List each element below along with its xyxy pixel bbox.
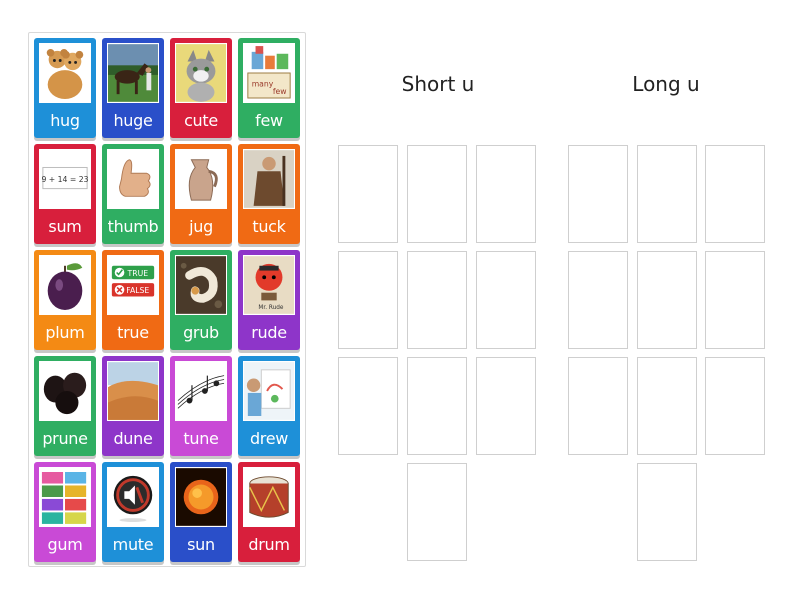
short-u-drop-slot[interactable]: [476, 357, 536, 455]
long-u-drop-slot[interactable]: [637, 251, 697, 349]
card-word-label: gum: [47, 535, 83, 554]
gum-packs-icon: [39, 467, 91, 527]
card-word-label: mute: [112, 535, 154, 554]
math-sum-icon: 9 + 14 = 23: [39, 149, 91, 209]
card-word-label: sun: [187, 535, 215, 554]
card-stack: hug huge cute many few few 9 + 14 = 23 sum…: [28, 32, 306, 567]
word-card-rude[interactable]: Mr. Rude rude: [238, 250, 300, 350]
grub-icon: [175, 255, 227, 315]
jug-icon: [175, 149, 227, 209]
card-word-label: drum: [248, 535, 290, 554]
word-card-few[interactable]: many few few: [238, 38, 300, 138]
many-few-icon: many few: [243, 43, 295, 103]
thumbs-up-icon: [107, 149, 159, 209]
word-card-huge[interactable]: huge: [102, 38, 164, 138]
short-u-drop-slot[interactable]: [407, 145, 467, 243]
card-word-label: drew: [249, 429, 289, 448]
card-word-label: few: [255, 111, 283, 130]
sand-dune-icon: [107, 361, 159, 421]
sum-equation: 9 + 14 = 23: [41, 175, 88, 184]
word-card-tuck[interactable]: tuck: [238, 144, 300, 244]
plum-icon: [39, 255, 91, 315]
true-false-icon: TRUE FALSE: [107, 255, 159, 315]
word-card-gum[interactable]: gum: [34, 462, 96, 562]
svg-text:few: few: [273, 87, 287, 96]
word-card-dune[interactable]: dune: [102, 356, 164, 456]
card-word-label: jug: [189, 217, 213, 236]
prunes-icon: [39, 361, 91, 421]
word-card-sun[interactable]: sun: [170, 462, 232, 562]
word-card-thumb[interactable]: thumb: [102, 144, 164, 244]
word-card-prune[interactable]: prune: [34, 356, 96, 456]
long-u-drop-slot[interactable]: [637, 463, 697, 561]
word-card-mute[interactable]: mute: [102, 462, 164, 562]
card-word-label: hug: [50, 111, 80, 130]
card-word-label: cute: [184, 111, 218, 130]
long-u-drop-slot[interactable]: [568, 251, 628, 349]
long-u-drop-slot[interactable]: [568, 357, 628, 455]
long-u-drop-slot[interactable]: [568, 145, 628, 243]
card-word-label: tune: [183, 429, 219, 448]
sun-icon: [175, 467, 227, 527]
long-u-drop-slot[interactable]: [705, 251, 765, 349]
short-u-drop-slot[interactable]: [338, 357, 398, 455]
short-u-drop-slot[interactable]: [407, 357, 467, 455]
word-card-drum[interactable]: drum: [238, 462, 300, 562]
word-card-cute[interactable]: cute: [170, 38, 232, 138]
card-word-label: thumb: [107, 217, 159, 236]
short-u-drop-slot[interactable]: [476, 145, 536, 243]
short-u-drop-slot[interactable]: [338, 145, 398, 243]
word-card-drew[interactable]: drew: [238, 356, 300, 456]
mr-rude-icon: Mr. Rude: [243, 255, 295, 315]
card-word-label: tuck: [252, 217, 286, 236]
kitten-icon: [175, 43, 227, 103]
card-word-label: rude: [251, 323, 287, 342]
group-heading-long-u: Long u: [632, 72, 700, 96]
svg-text:Mr. Rude: Mr. Rude: [258, 305, 283, 311]
svg-text:many: many: [252, 79, 274, 88]
mute-speaker-icon: [107, 467, 159, 527]
card-word-label: sum: [48, 217, 82, 236]
teddy-bears-hugging-icon: [39, 43, 91, 103]
word-card-grub[interactable]: grub: [170, 250, 232, 350]
word-card-tune[interactable]: tune: [170, 356, 232, 456]
long-u-drop-slot[interactable]: [705, 145, 765, 243]
long-u-drop-slot[interactable]: [637, 145, 697, 243]
short-u-drop-slot[interactable]: [407, 463, 467, 561]
long-u-drop-slot[interactable]: [637, 357, 697, 455]
card-word-label: dune: [113, 429, 153, 448]
true-label: TRUE: [127, 269, 149, 278]
drum-icon: [243, 467, 295, 527]
card-word-label: grub: [183, 323, 219, 342]
short-u-drop-slot[interactable]: [338, 251, 398, 349]
word-card-true[interactable]: TRUE FALSE true: [102, 250, 164, 350]
card-word-label: huge: [113, 111, 153, 130]
friar-tuck-icon: [243, 149, 295, 209]
group-heading-short-u: Short u: [401, 72, 475, 96]
word-card-plum[interactable]: plum: [34, 250, 96, 350]
card-word-label: plum: [45, 323, 85, 342]
word-card-jug[interactable]: jug: [170, 144, 232, 244]
long-u-drop-slot[interactable]: [705, 357, 765, 455]
word-card-hug[interactable]: hug: [34, 38, 96, 138]
child-drawing-icon: [243, 361, 295, 421]
music-notes-icon: [175, 361, 227, 421]
short-u-drop-slot[interactable]: [407, 251, 467, 349]
short-u-drop-slot[interactable]: [476, 251, 536, 349]
word-card-sum[interactable]: 9 + 14 = 23 sum: [34, 144, 96, 244]
card-word-label: true: [117, 323, 149, 342]
horse-and-man-icon: [107, 43, 159, 103]
false-label: FALSE: [126, 286, 149, 295]
card-word-label: prune: [42, 429, 88, 448]
